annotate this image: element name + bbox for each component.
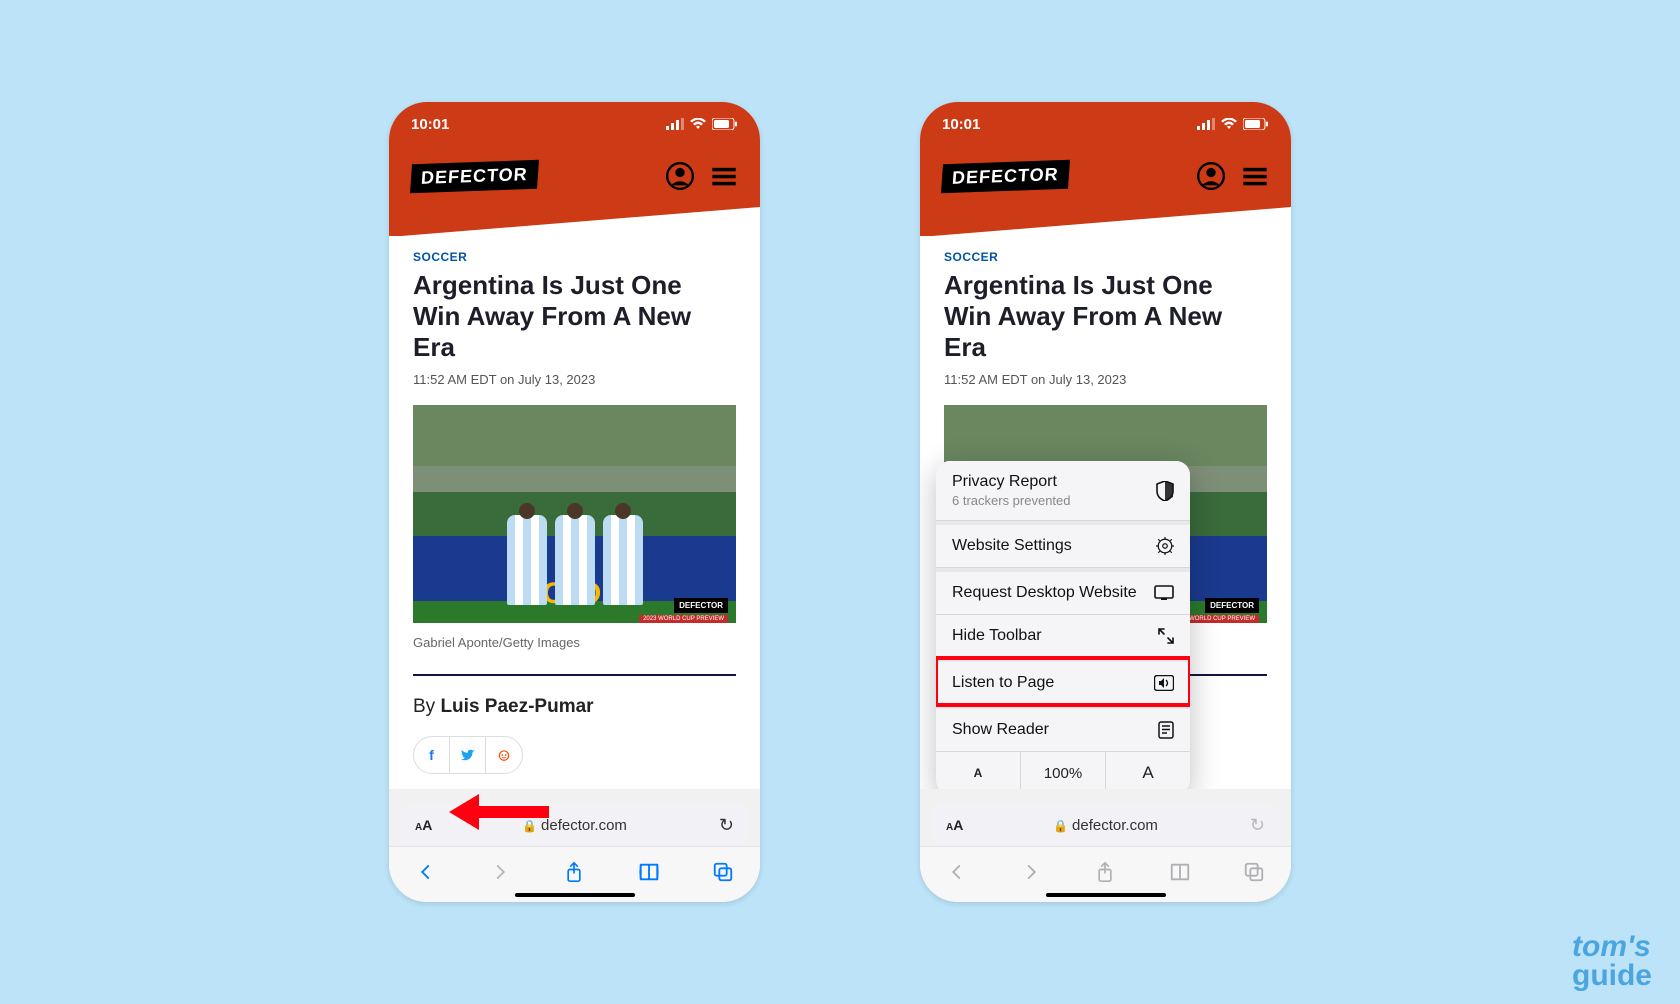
menu-privacy-report[interactable]: Privacy Report 6 trackers prevented — [936, 461, 1190, 521]
home-indicator — [515, 893, 635, 897]
wifi-icon — [1221, 118, 1237, 130]
article-category[interactable]: SOCCER — [413, 250, 736, 264]
wifi-icon — [690, 118, 706, 130]
menu-hide-toolbar[interactable]: Hide Toolbar — [936, 615, 1190, 658]
site-header-area: 10:01 DEFECTOR — [389, 102, 760, 236]
battery-icon — [712, 118, 738, 130]
cellular-icon — [666, 118, 684, 130]
tabs-button[interactable] — [709, 858, 737, 886]
url-text: defector.com — [1072, 817, 1158, 834]
bookmarks-button[interactable] — [635, 858, 663, 886]
share-button[interactable] — [560, 858, 588, 886]
zoom-in-button[interactable]: A — [1106, 752, 1190, 794]
reload-button[interactable]: ↻ — [719, 815, 734, 836]
page-settings-menu: Privacy Report 6 trackers prevented Webs… — [936, 461, 1190, 794]
share-button — [1091, 858, 1119, 886]
menu-listen-to-page[interactable]: Listen to Page — [936, 658, 1190, 705]
status-bar: 10:01 — [920, 102, 1291, 146]
menu-show-reader[interactable]: Show Reader — [936, 705, 1190, 752]
status-icons — [666, 118, 738, 130]
article-timestamp: 11:52 AM EDT on July 13, 2023 — [413, 372, 736, 387]
site-logo[interactable]: DEFECTOR — [941, 159, 1070, 192]
hamburger-icon[interactable] — [1241, 162, 1269, 190]
zoom-out-button[interactable]: A — [936, 752, 1021, 794]
forward-button — [486, 858, 514, 886]
status-bar: 10:01 — [389, 102, 760, 146]
byline: By Luis Paez-Pumar — [413, 696, 736, 718]
page-settings-button[interactable]: AA — [946, 817, 963, 833]
article-timestamp: 11:52 AM EDT on July 13, 2023 — [944, 372, 1267, 387]
site-logo[interactable]: DEFECTOR — [410, 159, 539, 192]
phone-left: 10:01 DEFECTOR SOCCER Argentina Is Just … — [389, 102, 760, 902]
author-link[interactable]: Luis Paez-Pumar — [440, 696, 593, 717]
clock: 10:01 — [411, 116, 449, 133]
phone-right: 10:01 DEFECTOR SOCCER Argentina Is Just … — [920, 102, 1291, 902]
image-subbadge: 2023 WORLD CUP PREVIEW — [639, 615, 728, 623]
url-bar[interactable]: AA 🔒 defector.com ↻ — [932, 804, 1279, 846]
back-button — [943, 858, 971, 886]
share-row: f — [413, 736, 523, 774]
bookmarks-button — [1166, 858, 1194, 886]
hamburger-icon[interactable] — [710, 162, 738, 190]
url-text: defector.com — [541, 817, 627, 834]
image-badge: DEFECTOR — [674, 598, 728, 613]
article-headline: Argentina Is Just One Win Away From A Ne… — [944, 270, 1267, 364]
account-icon[interactable] — [666, 162, 694, 190]
status-icons — [1197, 118, 1269, 130]
reader-icon — [1158, 721, 1174, 739]
home-indicator — [1046, 893, 1166, 897]
shield-icon — [1156, 481, 1174, 501]
gear-icon — [1156, 537, 1174, 555]
share-twitter[interactable] — [450, 737, 486, 773]
article-headline: Argentina Is Just One Win Away From A Ne… — [413, 270, 736, 364]
article-image: CO OM DEFECTOR 2023 WORLD CUP PREVIEW — [413, 405, 736, 623]
back-button[interactable] — [412, 858, 440, 886]
clock: 10:01 — [942, 116, 980, 133]
watermark: tom's guide — [1572, 933, 1652, 990]
share-reddit[interactable] — [486, 737, 522, 773]
reload-button: ↻ — [1250, 815, 1265, 836]
share-facebook[interactable]: f — [414, 737, 450, 773]
battery-icon — [1243, 118, 1269, 130]
zoom-row: A 100% A — [936, 752, 1190, 794]
desktop-icon — [1154, 585, 1174, 601]
lock-icon: 🔒 — [1053, 819, 1068, 833]
site-header-area: 10:01 DEFECTOR — [920, 102, 1291, 236]
menu-request-desktop[interactable]: Request Desktop Website — [936, 568, 1190, 615]
page-settings-button[interactable]: AA — [415, 817, 432, 833]
account-icon[interactable] — [1197, 162, 1225, 190]
zoom-level[interactable]: 100% — [1021, 752, 1106, 794]
speaker-icon — [1154, 675, 1174, 691]
cellular-icon — [1197, 118, 1215, 130]
article-category[interactable]: SOCCER — [944, 250, 1267, 264]
image-caption: Gabriel Aponte/Getty Images — [413, 635, 736, 676]
expand-icon — [1158, 628, 1174, 644]
article-content: SOCCER Argentina Is Just One Win Away Fr… — [389, 236, 760, 812]
callout-arrow-icon — [449, 794, 549, 830]
forward-button — [1017, 858, 1045, 886]
image-badge: DEFECTOR — [1205, 598, 1259, 613]
menu-website-settings[interactable]: Website Settings — [936, 521, 1190, 568]
tabs-button — [1240, 858, 1268, 886]
